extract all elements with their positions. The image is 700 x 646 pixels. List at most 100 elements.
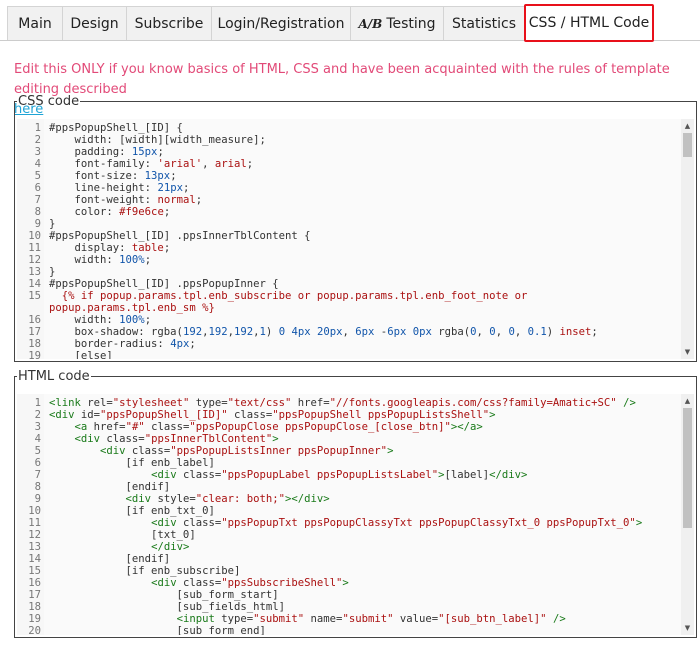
line-number: 17 — [28, 326, 41, 338]
line-number: 11 — [28, 242, 41, 254]
line-number: 2 — [34, 409, 41, 421]
tab-main-label: Main — [18, 15, 52, 32]
code-text: <div class="ppsPopupTxt ppsPopupClassyTx… — [151, 517, 643, 529]
tab-bar: Main Design Subscribe Login/Registration… — [0, 0, 700, 42]
line-number: 1 — [34, 397, 41, 409]
code-line: 12 [txt_0] — [17, 529, 680, 541]
code-line: 4 <div class="ppsInnerTblContent"> — [17, 433, 680, 445]
code-line: 16 width: 100%; — [17, 314, 680, 326]
code-text: popup.params.tpl.enb_sm %} — [49, 302, 215, 314]
line-number: 14 — [28, 278, 41, 290]
code-line: 18 [sub_fields_html] — [17, 601, 680, 613]
html-scroll-thumb[interactable] — [683, 408, 692, 528]
line-number: 14 — [28, 553, 41, 565]
code-line: 6 [if enb_label] — [17, 457, 680, 469]
scroll-up-icon[interactable]: ▲ — [681, 121, 694, 131]
code-line: 13 </div> — [17, 541, 680, 553]
css-scroll-thumb[interactable] — [683, 133, 692, 157]
line-number: 4 — [34, 158, 41, 170]
css-code-editor[interactable]: 1 #ppsPopupShell_[ID] {2 width: [width][w… — [17, 119, 694, 359]
scroll-down-icon[interactable]: ▼ — [681, 347, 694, 357]
tab-login-label: Login/Registration — [217, 15, 345, 32]
html-scrollbar[interactable]: ▲ ▼ — [681, 394, 694, 635]
code-text: } — [49, 218, 56, 230]
line-number: 5 — [34, 170, 41, 182]
code-line: 20 [sub_form_end] — [17, 625, 680, 635]
code-text: } — [49, 266, 56, 278]
tab-ab-label: Testing — [386, 15, 436, 32]
code-line: 10 #ppsPopupShell_[ID] .ppsInnerTblConten… — [17, 230, 680, 242]
code-line: 15 {% if popup.params.tpl.enb_subscribe … — [17, 290, 680, 302]
code-text: #ppsPopupShell_[ID] .ppsPopupInner { — [49, 278, 279, 290]
scroll-up-icon[interactable]: ▲ — [681, 396, 694, 406]
code-text: [if enb_label] — [49, 457, 215, 469]
code-text: <div class="ppsSubscribeShell"> — [151, 577, 349, 589]
code-text: font-size: 13px; — [49, 170, 177, 182]
line-number: 9 — [34, 218, 41, 230]
line-number: 15 — [28, 565, 41, 577]
code-line: 3 <a href="#" class="ppsPopupClose ppsPo… — [17, 421, 680, 433]
code-text: width: 100%; — [49, 254, 152, 266]
css-scrollbar[interactable]: ▲ ▼ — [681, 119, 694, 359]
line-number: 10 — [28, 230, 41, 242]
css-code-lines: 1 #ppsPopupShell_[ID] {2 width: [width][w… — [17, 122, 680, 359]
code-text: <input type="submit" name="submit" value… — [176, 613, 566, 625]
line-number: 3 — [34, 146, 41, 158]
code-line: 10 [if enb_txt_0] — [17, 505, 680, 517]
line-number: 16 — [28, 314, 41, 326]
tab-subscribe-label: Subscribe — [134, 15, 204, 32]
code-line: 3 padding: 15px; — [17, 146, 680, 158]
code-text: #ppsPopupShell_[ID] { — [49, 122, 183, 134]
code-text: <a href="#" class="ppsPopupClose ppsPopu… — [74, 421, 483, 433]
line-number: 7 — [34, 469, 41, 481]
line-number: 18 — [28, 338, 41, 350]
css-code-panel: CSS code 1 #ppsPopupShell_[ID] { 2 width: … — [14, 95, 697, 362]
code-text: [else] — [49, 350, 113, 359]
tab-main[interactable]: Main — [7, 6, 63, 40]
code-text: [sub_form_start] — [49, 589, 279, 601]
code-line: 2 <div id="ppsPopupShell_[ID]" class="pps… — [17, 409, 680, 421]
line-number: 12 — [28, 529, 41, 541]
line-number: 7 — [34, 194, 41, 206]
line-number: 6 — [34, 457, 41, 469]
code-line: 17 box-shadow: rgba(192,192,192,1) 0 4px… — [17, 326, 680, 338]
code-text: [if enb_txt_0] — [49, 505, 215, 517]
tab-design[interactable]: Design — [62, 6, 127, 40]
tab-statistics-label: Statistics — [452, 15, 516, 32]
code-text: box-shadow: rgba(192,192,192,1) 0 4px 20… — [49, 326, 598, 338]
code-text: <div id="ppsPopupShell_[ID]" class="ppsP… — [49, 409, 496, 421]
line-number: 6 — [34, 182, 41, 194]
line-number: 12 — [28, 254, 41, 266]
code-line: 5 font-size: 13px; — [17, 170, 680, 182]
code-line: 14 #ppsPopupShell_[ID] .ppsPopupInner { — [17, 278, 680, 290]
tab-css-html-label: CSS / HTML Code — [528, 15, 650, 31]
line-number: 20 — [28, 625, 41, 635]
code-text: [sub_form_end] — [49, 625, 266, 635]
html-code-editor[interactable]: 1 <link rel="stylesheet" type="text/css" … — [17, 394, 694, 635]
code-text: [endif] — [49, 553, 171, 565]
tab-css-html-code[interactable]: CSS / HTML Code — [524, 4, 654, 42]
line-number: 8 — [34, 206, 41, 218]
code-line: 17 [sub_form_start] — [17, 589, 680, 601]
code-line: 16 <div class="ppsSubscribeShell"> — [17, 577, 680, 589]
line-number: 2 — [34, 134, 41, 146]
css-code-title: CSS code — [18, 94, 80, 109]
tab-login-registration[interactable]: Login/Registration — [211, 6, 351, 40]
code-line: 8 color: #f9e6ce; — [17, 206, 680, 218]
code-text: <div class="ppsPopupListsInner ppsPopupI… — [100, 445, 394, 457]
code-line: 6 line-height: 21px; — [17, 182, 680, 194]
line-number: 3 — [34, 421, 41, 433]
code-text: #ppsPopupShell_[ID] .ppsInnerTblContent … — [49, 230, 311, 242]
line-number: 5 — [34, 445, 41, 457]
scroll-down-icon[interactable]: ▼ — [681, 623, 694, 633]
code-text: border-radius: 4px; — [49, 338, 196, 350]
line-number: 9 — [34, 493, 41, 505]
tab-ab-testing[interactable]: A/B Testing — [350, 6, 444, 40]
code-line: 18 border-radius: 4px; — [17, 338, 680, 350]
line-number: 1 — [34, 122, 41, 134]
tab-statistics[interactable]: Statistics — [443, 6, 525, 40]
code-line: 1 <link rel="stylesheet" type="text/css" … — [17, 397, 680, 409]
code-line: 15 [if enb_subscribe] — [17, 565, 680, 577]
code-line: 7 font-weight: normal; — [17, 194, 680, 206]
tab-subscribe[interactable]: Subscribe — [126, 6, 212, 40]
